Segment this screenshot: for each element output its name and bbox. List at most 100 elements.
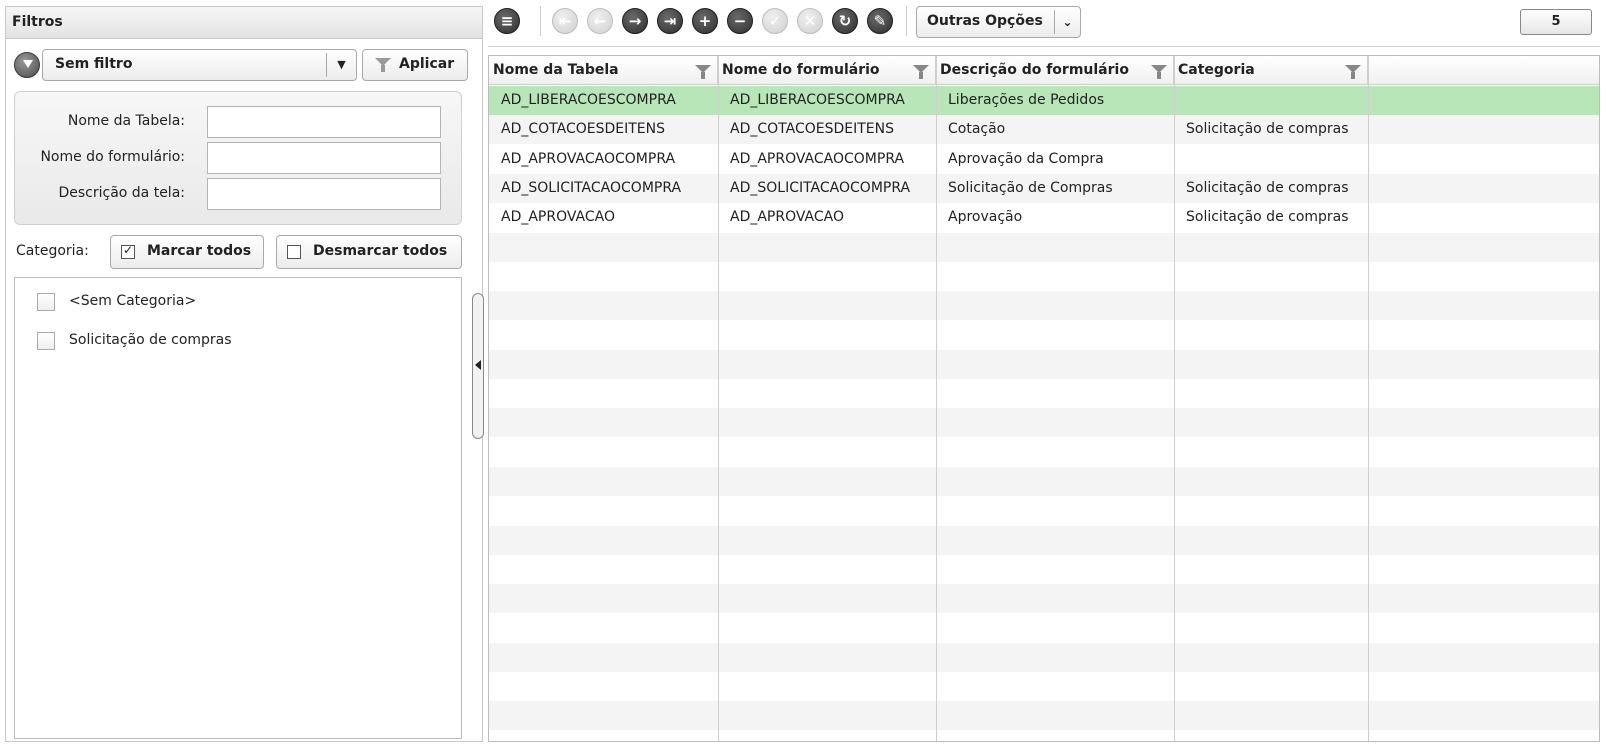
- category-checkbox[interactable]: [37, 293, 55, 311]
- panel-collapse-handle[interactable]: [472, 293, 484, 439]
- confirm-icon[interactable]: ✓: [762, 8, 788, 34]
- saved-filter-select[interactable]: Sem filtro ▼: [42, 49, 357, 81]
- uncheck-all-label: Desmarcar todos: [313, 243, 448, 259]
- form-name-field-row: Nome do formulário:: [15, 142, 461, 174]
- table-row: [489, 408, 1599, 438]
- column-header-form-name[interactable]: Nome do formulário: [718, 56, 936, 85]
- table-row: [489, 613, 1599, 642]
- category-list: <Sem Categoria> Solicitação de compras: [14, 277, 462, 739]
- table-row[interactable]: AD_APROVACAOCOMPRA AD_APROVACAOCOMPRA Apro…: [489, 145, 1599, 174]
- category-label: Categoria:: [16, 243, 89, 259]
- table-row: [489, 525, 1599, 555]
- other-options-button[interactable]: Outras Opções ⌄: [916, 6, 1081, 38]
- form-name-input[interactable]: [207, 142, 441, 174]
- filter-options-icon[interactable]: [14, 52, 40, 78]
- data-grid: Nome da Tabela Nome do formulário Descri…: [488, 55, 1600, 742]
- grid-header: Nome da Tabela Nome do formulário Descri…: [489, 56, 1599, 85]
- form-name-label: Nome do formulário:: [40, 149, 185, 165]
- table-cell[interactable]: AD_APROVACAO: [718, 203, 936, 232]
- column-divider: [936, 56, 937, 741]
- previous-record-icon[interactable]: ←: [587, 8, 613, 34]
- table-cell[interactable]: Solicitação de compras: [1174, 203, 1368, 232]
- table-cell[interactable]: AD_LIBERACOESCOMPRA: [718, 86, 936, 115]
- table-cell[interactable]: Solicitação de compras: [1174, 174, 1368, 203]
- category-checkbox[interactable]: [37, 332, 55, 350]
- table-cell[interactable]: [1174, 86, 1368, 115]
- last-record-icon[interactable]: ⇥: [657, 8, 683, 34]
- table-cell[interactable]: [1174, 145, 1368, 174]
- table-name-input[interactable]: [207, 106, 441, 138]
- table-cell[interactable]: AD_SOLICITACAOCOMPRA: [718, 174, 936, 203]
- remove-icon[interactable]: −: [727, 8, 753, 34]
- uncheck-all-button[interactable]: Desmarcar todos: [276, 235, 462, 269]
- cancel-icon[interactable]: ✕: [797, 8, 823, 34]
- table-cell[interactable]: Aprovação da Compra: [936, 145, 1174, 174]
- table-cell[interactable]: Solicitação de compras: [1174, 115, 1368, 144]
- toolbar-divider: [540, 6, 541, 36]
- screen-description-field-row: Descrição da tela:: [15, 178, 461, 210]
- table-cell[interactable]: AD_COTACOESDEITENS: [718, 115, 936, 144]
- table-row: [489, 584, 1599, 614]
- table-row[interactable]: AD_APROVACAO AD_APROVACAO Aprovação Solicit…: [489, 203, 1599, 232]
- table-row: [489, 701, 1599, 731]
- column-header-label: Nome da Tabela: [493, 62, 619, 78]
- column-filter-icon[interactable]: [913, 65, 929, 79]
- column-divider: [1368, 56, 1369, 741]
- table-cell[interactable]: AD_APROVACAO: [489, 203, 718, 232]
- screen-description-input[interactable]: [207, 178, 441, 210]
- category-item-label: <Sem Categoria>: [69, 293, 197, 309]
- toolbar-divider-line: [488, 46, 1600, 47]
- menu-icon[interactable]: ≡: [494, 8, 520, 34]
- refresh-icon[interactable]: ↻: [832, 8, 858, 34]
- table-cell[interactable]: AD_APROVACAOCOMPRA: [718, 145, 936, 174]
- record-count-badge: 5: [1520, 9, 1592, 35]
- column-divider: [1174, 56, 1175, 741]
- check-all-button[interactable]: Marcar todos: [110, 235, 264, 269]
- toolbar: ≡ ⇤ ← → ⇥ + − ✓ ✕ ↻ ✎ Outras Opções ⌄ 5: [488, 4, 1600, 40]
- column-header-label: Descrição do formulário: [940, 62, 1129, 78]
- table-cell[interactable]: AD_APROVACAOCOMPRA: [489, 145, 718, 174]
- table-cell[interactable]: AD_SOLICITACAOCOMPRA: [489, 174, 718, 203]
- table-cell[interactable]: Cotação: [936, 115, 1174, 144]
- table-row: [489, 496, 1599, 525]
- table-name-label: Nome da Tabela:: [67, 113, 185, 129]
- table-row: [489, 232, 1599, 262]
- table-row[interactable]: AD_SOLICITACAOCOMPRA AD_SOLICITACAOCOMPRA…: [489, 173, 1599, 203]
- column-divider: [718, 56, 719, 741]
- column-header-table-name[interactable]: Nome da Tabela: [489, 56, 718, 85]
- funnel-icon: [375, 58, 391, 72]
- chevron-down-icon[interactable]: ▼: [326, 53, 356, 77]
- column-header-label: Categoria: [1178, 62, 1255, 78]
- table-row: [489, 466, 1599, 496]
- filter-panel: Filtros Sem filtro ▼ Aplicar Nome da Tab…: [5, 6, 483, 742]
- first-record-icon[interactable]: ⇤: [552, 8, 578, 34]
- table-row: [489, 291, 1599, 321]
- table-row[interactable]: AD_COTACOESDEITENS AD_COTACOESDEITENS Cota…: [489, 115, 1599, 145]
- table-cell[interactable]: Solicitação de Compras: [936, 174, 1174, 203]
- table-row: [489, 555, 1599, 584]
- table-cell[interactable]: Liberações de Pedidos: [936, 86, 1174, 115]
- apply-filter-button[interactable]: Aplicar: [362, 49, 468, 81]
- table-row: [489, 672, 1599, 701]
- table-cell[interactable]: Aprovação: [936, 203, 1174, 232]
- table-cell[interactable]: AD_LIBERACOESCOMPRA: [489, 86, 718, 115]
- column-filter-icon[interactable]: [1151, 65, 1167, 79]
- check-all-label: Marcar todos: [147, 243, 252, 259]
- column-filter-icon[interactable]: [695, 65, 711, 79]
- column-header-form-description[interactable]: Descrição do formulário: [936, 56, 1174, 85]
- column-filter-icon[interactable]: [1345, 65, 1361, 79]
- next-record-icon[interactable]: →: [622, 8, 648, 34]
- column-header-category[interactable]: Categoria: [1174, 56, 1368, 85]
- table-row: [489, 379, 1599, 408]
- add-icon[interactable]: +: [692, 8, 718, 34]
- column-header-label: Nome do formulário: [722, 62, 880, 78]
- table-row[interactable]: AD_LIBERACOESCOMPRA AD_LIBERACOESCOMPRA Li…: [489, 86, 1599, 115]
- chevron-down-icon: ⌄: [1054, 10, 1080, 34]
- table-cell[interactable]: AD_COTACOESDEITENS: [489, 115, 718, 144]
- table-row: [489, 262, 1599, 291]
- edit-icon[interactable]: ✎: [867, 8, 893, 34]
- category-item-label: Solicitação de compras: [69, 332, 232, 348]
- apply-filter-label: Aplicar: [399, 56, 455, 72]
- screen-description-label: Descrição da tela:: [58, 185, 185, 201]
- filter-panel-title: Filtros: [6, 7, 482, 39]
